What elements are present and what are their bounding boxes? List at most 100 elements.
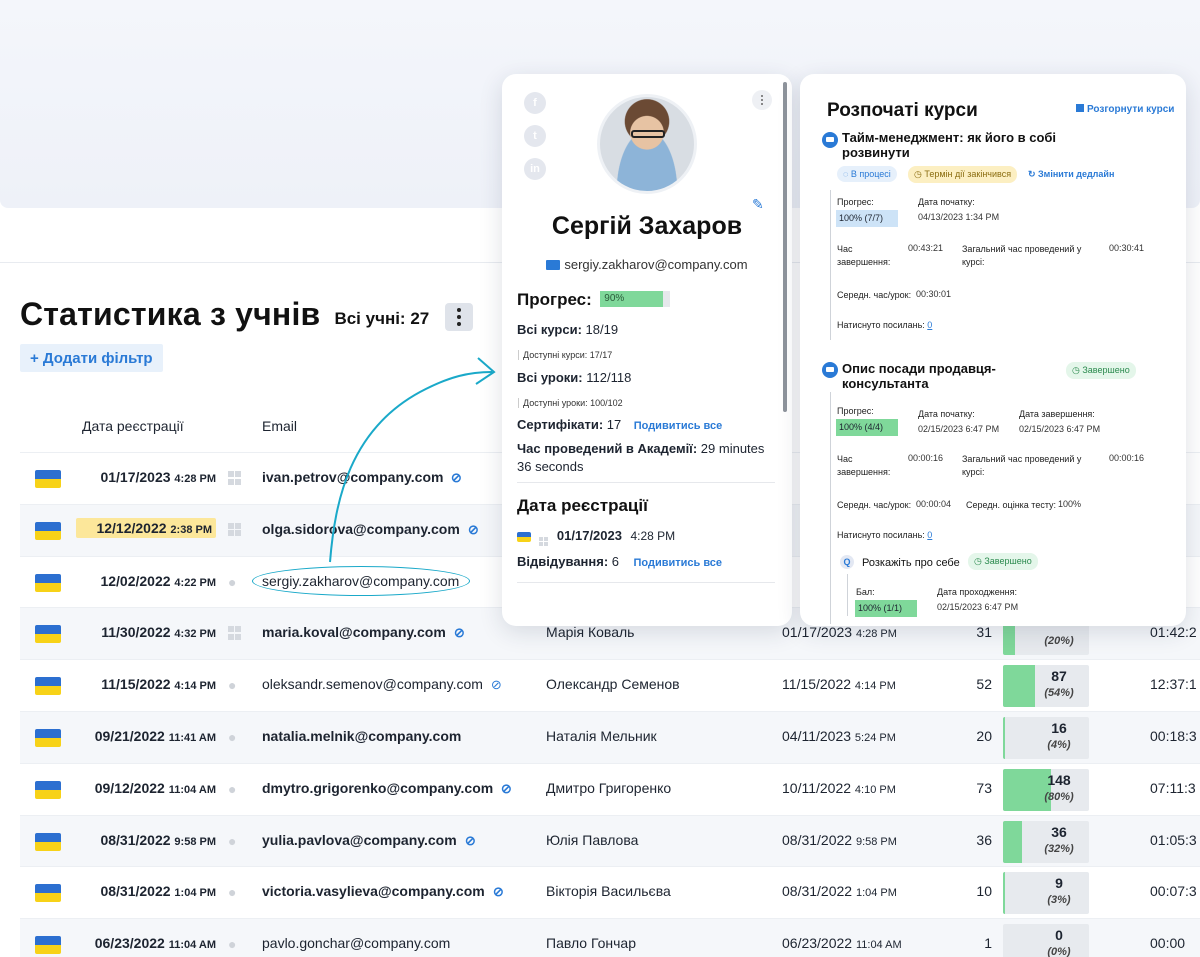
student-email[interactable]: natalia.melnik@company.com	[262, 728, 461, 744]
time-spent: 00:18:3	[1150, 728, 1197, 744]
expand-courses-button[interactable]: Розгорнути курси	[1076, 104, 1174, 115]
student-email[interactable]: victoria.vasylieva@company.com ⊖	[262, 883, 507, 901]
ukraine-flag-icon	[35, 470, 61, 488]
course-1-deadline-badge: ◷ Термін дії закінчився	[908, 166, 1018, 183]
lessons-count: 10	[976, 883, 992, 900]
course-2-name[interactable]: Опис посади продавця-консультанта	[842, 361, 1022, 391]
last-activity: 08/31/2022 1:04 PM	[782, 883, 897, 900]
c1-time-label: Час завершення:	[837, 244, 891, 267]
view-visits-link[interactable]: Подивитись все	[633, 557, 722, 569]
edit-icon[interactable]: ✎	[752, 196, 764, 213]
ukraine-flag-icon	[35, 729, 61, 747]
avatar-glasses	[631, 130, 665, 138]
progress-value: 148	[1047, 771, 1071, 788]
progress-heading: Прогрес:	[517, 290, 592, 309]
c2-avg-label: Середн. час/урок:	[837, 500, 912, 510]
apple-icon: ●	[228, 780, 237, 797]
link-icon[interactable]: ⊖	[489, 883, 508, 902]
c1-clicks-value[interactable]: 0	[927, 320, 932, 330]
progress-fill	[1003, 820, 1023, 863]
progress-value: 0	[1055, 927, 1063, 944]
ukraine-flag-icon	[35, 677, 61, 696]
quiz-name[interactable]: Розкажіть про себе	[862, 556, 960, 571]
link-icon[interactable]: ⊖	[487, 676, 506, 695]
registration-date: 11/30/2022 4:32 PM	[101, 624, 216, 641]
quiz-pass-value: 02/15/2023 6:47 PM	[937, 602, 1019, 612]
quiz-status-badge: ◷ Завершено	[968, 553, 1038, 570]
registration-date: 01/17/2023 4:28 PM	[100, 469, 216, 485]
link-icon[interactable]: ⊖	[464, 520, 483, 539]
registration-date: 09/21/2022 11:41 AM	[94, 728, 216, 744]
student-email[interactable]: olga.sidorova@company.com ⊖	[262, 520, 482, 538]
course-1-name[interactable]: Тайм-менеджмент: як його в собі розвинут…	[842, 130, 1062, 160]
course-2-status-badge: ◷ Завершено	[1066, 362, 1136, 379]
progress-value: 16	[1051, 720, 1067, 736]
column-header-email[interactable]: Email	[262, 418, 297, 434]
student-name: Дмитро Григоренко	[546, 779, 672, 796]
link-icon[interactable]: ⊖	[447, 468, 466, 487]
add-filter-button[interactable]: + Додати фільтр	[20, 344, 163, 372]
table-row[interactable]: 11/15/2022 4:14 PM ● oleksandr.semenov@com…	[20, 659, 1200, 711]
profile-progress-value: 90%	[604, 293, 625, 304]
c2-start-value: 02/15/2023 6:47 PM	[918, 424, 1000, 434]
progress-cell: 87 (54%)	[1003, 665, 1089, 708]
student-email[interactable]: ivan.petrov@company.com ⊖	[262, 468, 466, 486]
registration-date: 11/15/2022 4:14 PM	[101, 676, 216, 693]
view-certificates-link[interactable]: Подивитись все	[634, 420, 723, 432]
c2-end-value: 02/15/2023 6:47 PM	[1019, 424, 1101, 434]
c2-clicks-value[interactable]: 0	[927, 530, 932, 540]
all-lessons-line: Всі уроки: 112/118	[517, 369, 779, 387]
available-courses: Доступні курси: 17/17	[518, 350, 613, 360]
ukraine-flag-icon	[35, 936, 61, 955]
apple-icon: ●	[228, 729, 237, 745]
c2-total-value: 00:00:16	[1109, 453, 1145, 463]
windows-icon	[539, 537, 549, 546]
time-spent: 01:05:3	[1150, 831, 1197, 848]
last-activity: 06/23/2022 11:04 AM	[782, 935, 902, 952]
progress-value: 9	[1055, 875, 1063, 892]
progress-cell: 148 (80%)	[1003, 768, 1089, 811]
table-row[interactable]: 08/31/2022 1:04 PM ● victoria.vasylieva@co…	[20, 866, 1200, 918]
last-activity: 04/11/2023 5:24 PM	[782, 728, 896, 744]
student-email[interactable]: oleksandr.semenov@company.com ⊖	[262, 676, 505, 694]
column-header-reg-date[interactable]: Дата реєстрації	[82, 418, 184, 434]
profile-menu-button[interactable]	[752, 90, 772, 110]
linkedin-icon[interactable]: in	[524, 158, 546, 180]
c1-avg-value: 00:30:01	[916, 289, 952, 299]
student-email[interactable]: maria.koval@company.com ⊖	[262, 624, 468, 642]
link-icon[interactable]: ⊖	[450, 624, 469, 643]
facebook-icon[interactable]: f	[524, 92, 546, 114]
windows-icon	[228, 626, 242, 640]
time-in-academy-line: Час проведений в Академії: 29 minutes 36…	[517, 440, 779, 476]
student-name: Наталія Мельник	[546, 728, 657, 744]
list-icon	[1076, 104, 1084, 112]
page-header: Статистика з учнів Всі учні: 27	[20, 296, 474, 333]
last-activity: 01/17/2023 4:28 PM	[782, 624, 897, 641]
student-email[interactable]: yulia.pavlova@company.com ⊖	[262, 831, 479, 849]
table-row[interactable]: 09/12/2022 11:04 AM ● dmytro.grigorenko@co…	[20, 762, 1200, 815]
registration-date: 09/12/2022 11:04 AM	[94, 779, 216, 796]
progress-cell: 36 (32%)	[1003, 820, 1089, 863]
progress-percent: (4%)	[1047, 739, 1071, 751]
ukraine-flag-icon	[35, 573, 61, 592]
twitter-icon[interactable]: t	[524, 125, 546, 147]
registration-date: 12/02/2022 4:22 PM	[100, 572, 216, 589]
link-icon[interactable]: ⊖	[497, 779, 516, 798]
table-row[interactable]: 06/23/2022 11:04 AM ● pavlo.gonchar@compan…	[20, 918, 1200, 957]
student-email[interactable]: pavlo.gonchar@company.com	[262, 935, 450, 951]
more-options-button[interactable]	[445, 302, 474, 331]
link-icon[interactable]: ⊖	[461, 831, 480, 850]
c2-progress-label: Прогрес:	[837, 406, 874, 416]
change-deadline-link[interactable]: ↻ Змінити дедлайн	[1028, 169, 1114, 180]
progress-fill	[1003, 872, 1005, 915]
table-row[interactable]: 09/21/2022 11:41 AM ● natalia.melnik@compa…	[20, 711, 1200, 763]
ukraine-flag-icon	[35, 832, 61, 851]
table-row[interactable]: 08/31/2022 9:58 PM ● yulia.pavlova@company…	[20, 814, 1200, 867]
profile-scrollbar[interactable]	[783, 82, 787, 412]
student-email[interactable]: dmytro.grigorenko@company.com ⊖	[262, 779, 515, 797]
available-courses-line: Доступні курси: 17/17	[517, 345, 779, 363]
c2-clicks-line: Натиснуто посилань: 0	[837, 530, 933, 540]
quiz-score-label: Бал:	[856, 587, 875, 597]
registration-date: 08/31/2022 9:58 PM	[100, 831, 216, 848]
course-2-line	[830, 392, 831, 624]
